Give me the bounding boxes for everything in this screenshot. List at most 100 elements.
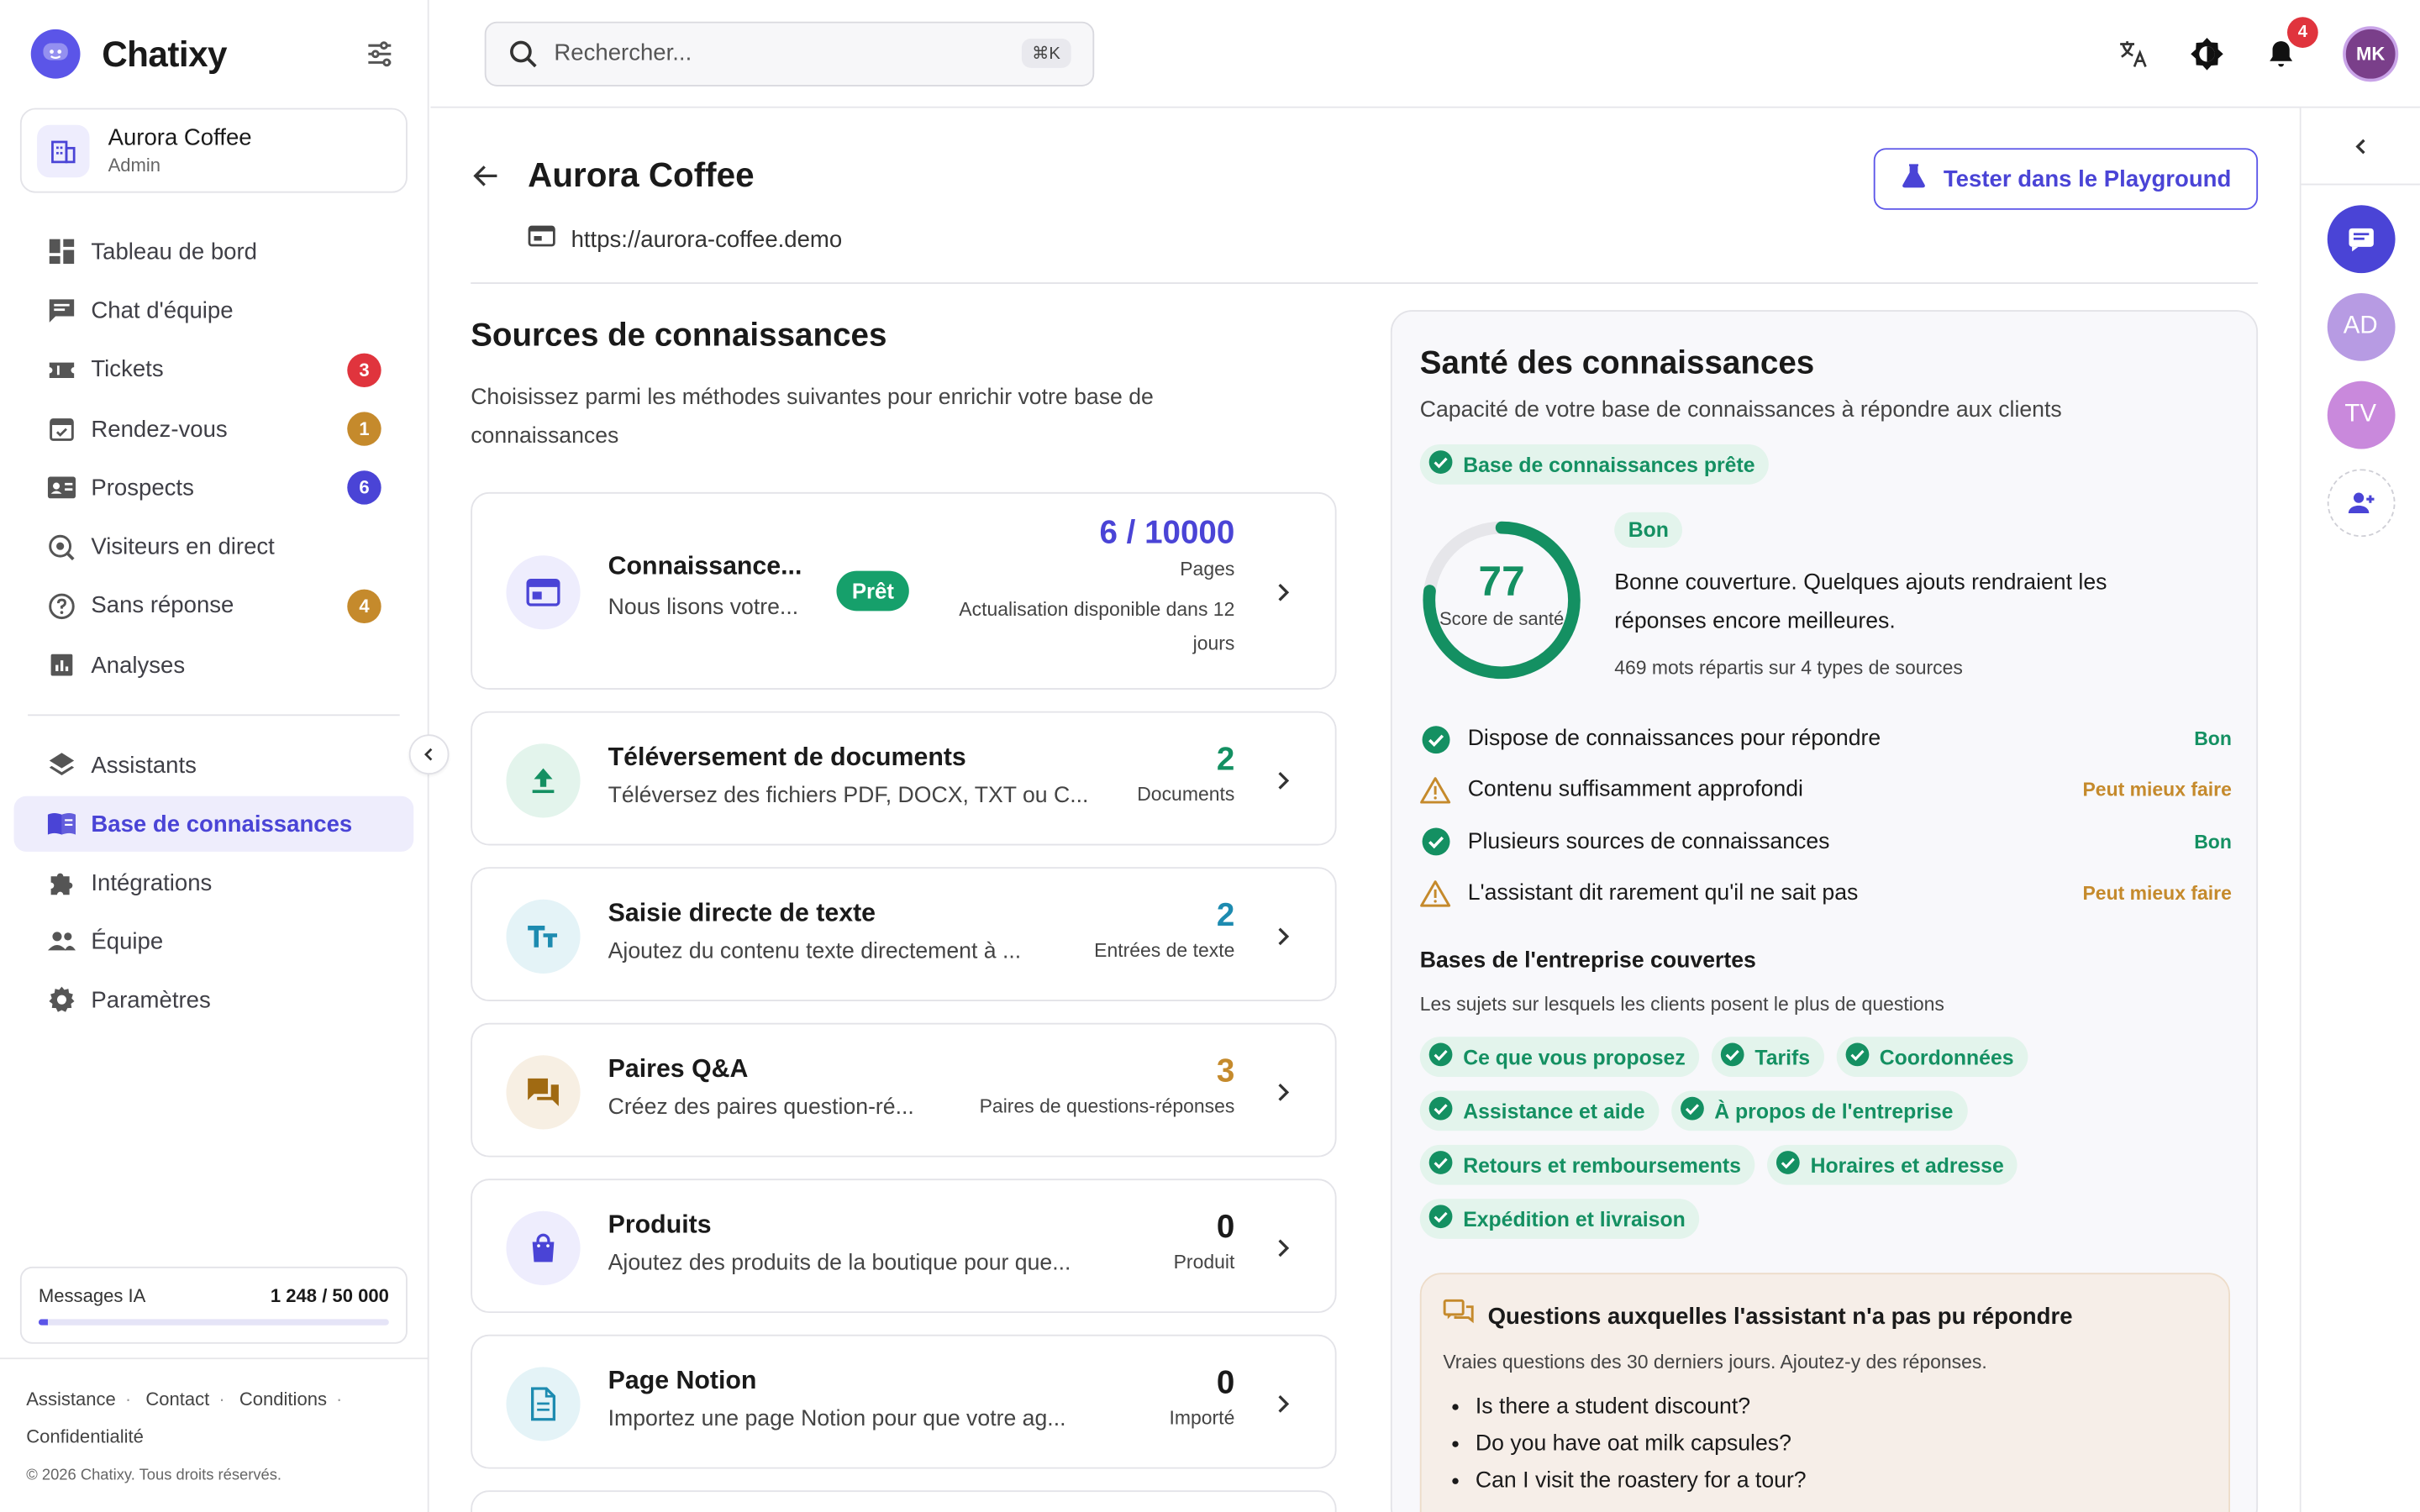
- health-check-label: Contenu suffisamment approfondi: [1467, 778, 1803, 803]
- warning-icon: [1420, 878, 1451, 909]
- chat-icon: [46, 296, 77, 327]
- sidebar-item-visiteurs-en-direct[interactable]: Visiteurs en direct: [14, 519, 414, 575]
- topics-subtitle: Les sujets sur lesquels les clients pose…: [1419, 993, 1944, 1016]
- topic-chip: Expédition et livraison: [1419, 1199, 1700, 1239]
- health-check-status: Peut mieux faire: [2082, 882, 2232, 905]
- kb-ready-text: Base de connaissances prête: [1463, 453, 1755, 476]
- source-card-title: Paires Q&A: [608, 1054, 749, 1083]
- source-card-unit: Produit: [1173, 1250, 1235, 1273]
- source-card-page-notion[interactable]: Page Notion Importez une page Notion pour…: [471, 1334, 1337, 1469]
- sidebar-item-sans-reponse[interactable]: Sans réponse 4: [14, 578, 414, 634]
- source-card-count: 0: [1216, 1209, 1235, 1245]
- source-card-televersement-de-documents[interactable]: Téléversement de documents Téléversez des…: [471, 711, 1337, 846]
- source-card-connaissance[interactable]: Prêt Actualisation disponible dans 12 jou…: [471, 491, 1337, 690]
- sidebar-item-assistants[interactable]: Assistants: [14, 738, 414, 794]
- sidebar-item-label: Tickets: [91, 356, 164, 383]
- app-name: Chatixy: [102, 33, 227, 74]
- topic-chip: Horaires et adresse: [1767, 1144, 2018, 1185]
- playground-button-label: Tester dans le Playground: [1943, 165, 2232, 192]
- sidebar-item-integrations[interactable]: Intégrations: [14, 855, 414, 911]
- nav-divider: [28, 715, 400, 717]
- health-check-label: L'assistant dit rarement qu'il ne sait p…: [1467, 880, 1859, 906]
- health-rating-badge: Bon: [1614, 512, 1683, 549]
- add-user-button[interactable]: [2326, 469, 2395, 538]
- page-url-text: https://aurora-coffee.demo: [571, 226, 843, 253]
- source-card-unit: Paires de questions-réponses: [979, 1095, 1235, 1116]
- chevron-right-icon: [1270, 1079, 1295, 1104]
- chevron-right-icon: [1270, 1235, 1295, 1259]
- source-card-count: 0: [1216, 1364, 1235, 1400]
- text-size-icon: [506, 898, 581, 974]
- status-badge: Prêt: [836, 570, 910, 612]
- sidebar-item-tickets[interactable]: Tickets 3: [14, 342, 414, 398]
- source-card-unit: Documents: [1137, 783, 1235, 805]
- question-icon: [46, 591, 77, 622]
- notifications-bell-icon[interactable]: 4: [2263, 16, 2318, 71]
- sidebar-item-tableau-de-bord[interactable]: Tableau de bord: [14, 223, 414, 280]
- playground-button[interactable]: Tester dans le Playground: [1873, 148, 2259, 210]
- source-card-count: 3: [1216, 1053, 1235, 1089]
- source-card-saisie-directe-de-texte[interactable]: Saisie directe de texte Ajoutez du conten…: [471, 867, 1337, 1002]
- source-card-paires-q-a[interactable]: Paires Q&A Créez des paires question-ré..…: [471, 1022, 1337, 1158]
- layers-icon: [46, 750, 77, 781]
- source-card-description: Ajoutez des produits de la boutique pour…: [608, 1250, 1071, 1276]
- theme-toggle-icon[interactable]: [2188, 34, 2225, 71]
- sidebar-collapse-button[interactable]: [408, 734, 450, 775]
- logo-row: Chatixy: [0, 0, 428, 108]
- check-circle-icon: [1719, 1042, 1745, 1073]
- sources-title: Sources de connaissances: [471, 318, 887, 354]
- source-card-produits[interactable]: Produits Ajoutez des produits de la bouti…: [471, 1179, 1337, 1314]
- upload-icon: [506, 743, 581, 817]
- sidebar-item-analyses[interactable]: Analyses: [14, 638, 414, 694]
- knowledge-sources-section: Sources de connaissances Choisissez parm…: [471, 318, 1337, 1512]
- count-badge: 4: [347, 589, 381, 623]
- sidebar-item-base-de-connaissances[interactable]: Base de connaissances: [13, 796, 414, 853]
- translate-icon[interactable]: [2114, 34, 2151, 71]
- topic-chip: Assistance et aide: [1419, 1090, 1660, 1131]
- unanswered-title: Questions auxquelles l'assistant n'a pas…: [1487, 1303, 2073, 1330]
- health-subtitle: Capacité de votre base de connaissances …: [1419, 397, 2062, 423]
- search-input[interactable]: Rechercher... ⌘K: [484, 20, 1095, 86]
- sidebar-item-rendez-vous[interactable]: Rendez-vous 1: [14, 401, 414, 457]
- footer-link-contact[interactable]: Contact: [145, 1389, 209, 1410]
- footer-link-privacy[interactable]: Confidentialité: [26, 1425, 144, 1447]
- user-avatar[interactable]: MK: [2343, 25, 2399, 81]
- sidebar-footer: Assistance · Contact · Conditions · Confide…: [0, 1357, 429, 1505]
- footer-link-support[interactable]: Assistance: [26, 1389, 116, 1410]
- rail-collapse-button[interactable]: [2301, 108, 2420, 186]
- chevron-right-icon: [1270, 768, 1295, 792]
- topic-label: Expédition et livraison: [1463, 1207, 1686, 1231]
- chevron-right-icon: [1270, 923, 1295, 948]
- source-card-next[interactable]: [471, 1490, 1337, 1512]
- main-content: Aurora Coffee https://aurora-coffee.demo…: [430, 109, 2300, 1512]
- footer-link-terms[interactable]: Conditions: [239, 1389, 327, 1410]
- usage-progress-bar: [38, 1319, 389, 1326]
- sidebar-item-chat-d-equipe[interactable]: Chat d'équipe: [14, 283, 414, 339]
- back-arrow-icon[interactable]: [471, 160, 502, 199]
- sidebar-item-prospects[interactable]: Prospects 6: [14, 460, 414, 517]
- source-card-title: Produits: [608, 1210, 712, 1238]
- chevron-left-icon: [2354, 138, 2365, 154]
- sidebar-item-equipe[interactable]: Équipe: [14, 914, 414, 969]
- topic-label: Ce que vous proposez: [1463, 1045, 1686, 1068]
- sidebar-item-label: Assistants: [91, 753, 197, 780]
- org-switcher[interactable]: Aurora Coffee Admin: [19, 108, 408, 193]
- sidebar-settings-icon[interactable]: [363, 37, 397, 71]
- rail-avatar-ad[interactable]: AD: [2326, 292, 2395, 361]
- chat-bubble-icon: [2348, 228, 2373, 252]
- sidebar-item-parametres[interactable]: Paramètres: [14, 973, 414, 1028]
- rail-avatar-tv[interactable]: TV: [2326, 381, 2395, 449]
- topic-label: Tarifs: [1754, 1045, 1811, 1068]
- page-url: https://aurora-coffee.demo: [528, 223, 842, 255]
- topbar: Rechercher... ⌘K 4 MK: [430, 0, 2420, 108]
- chat-rail-button[interactable]: [2326, 205, 2395, 274]
- usage-value: 1 248 / 50 000: [270, 1284, 389, 1307]
- team-icon: [46, 927, 77, 958]
- unanswered-subtitle: Vraies questions des 30 derniers jours. …: [1443, 1351, 1987, 1373]
- usage-progress-fill: [38, 1319, 48, 1326]
- sidebar-item-label: Chat d'équipe: [91, 297, 234, 324]
- ticket-icon: [46, 354, 77, 386]
- check-circle-icon: [1428, 1095, 1454, 1126]
- refresh-note: Actualisation disponible dans 12 jours: [959, 598, 1235, 654]
- source-card-title: Page Notion: [608, 1366, 757, 1394]
